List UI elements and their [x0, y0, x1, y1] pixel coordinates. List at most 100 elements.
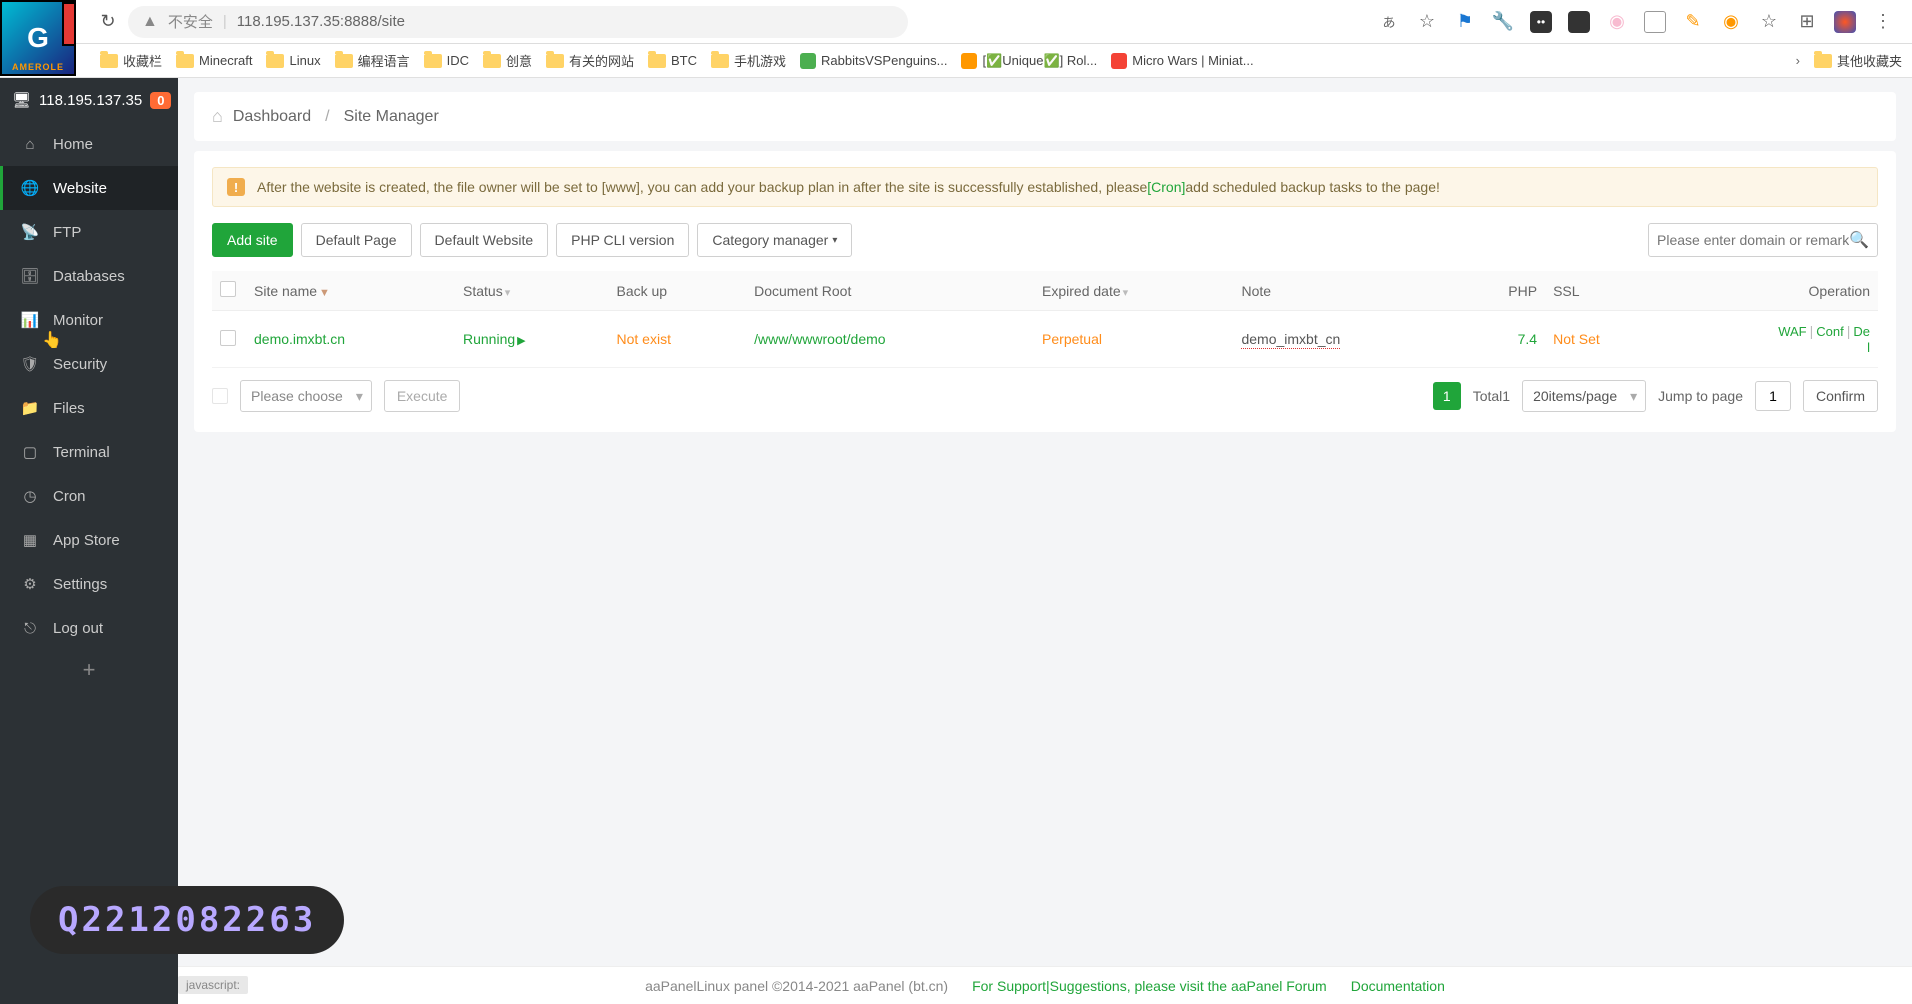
folder-icon — [711, 54, 729, 68]
add-site-button[interactable]: Add site — [212, 223, 293, 257]
note-value[interactable]: demo_imxbt_cn — [1241, 331, 1340, 349]
sidebar-item-files[interactable]: 📁Files — [0, 386, 178, 430]
database-icon: 🗄 — [21, 267, 39, 285]
header-label: Status — [463, 283, 503, 299]
sidebar-item-website[interactable]: 🌐Website — [0, 166, 178, 210]
bookmark-folder[interactable]: Minecraft — [176, 53, 252, 68]
search-box[interactable]: 🔍 — [1648, 223, 1878, 257]
default-website-button[interactable]: Default Website — [420, 223, 549, 257]
docroot-link[interactable]: /www/wwwroot/demo — [754, 331, 885, 347]
page-number[interactable]: 1 — [1433, 382, 1461, 410]
site-name-link[interactable]: demo.imxbt.cn — [254, 331, 345, 347]
gear-icon: ⚙ — [21, 575, 39, 593]
url-box[interactable]: ▲ 不安全 | 118.195.137.35:8888/site — [128, 6, 908, 38]
op-del-link[interactable]: Del — [1853, 324, 1870, 355]
category-manager-button[interactable]: Category manager▾ — [697, 223, 852, 257]
sidebar-item-security[interactable]: 🛡Security — [0, 342, 178, 386]
jump-page-input[interactable] — [1755, 381, 1791, 411]
ext-icon-3[interactable]: •• — [1530, 11, 1552, 33]
sidebar-item-settings[interactable]: ⚙Settings — [0, 562, 178, 606]
ext-icon-6[interactable] — [1644, 11, 1666, 33]
bookmark-folder[interactable]: BTC — [648, 53, 697, 68]
notification-badge[interactable]: 0 — [150, 92, 171, 109]
col-site-name[interactable]: Site name▼ — [246, 271, 455, 311]
search-input[interactable] — [1657, 232, 1849, 248]
folder-icon — [483, 54, 501, 68]
folder-icon — [424, 54, 442, 68]
monitor-icon: 🖥 — [12, 91, 31, 109]
bookmark-overflow-icon[interactable]: › — [1796, 53, 1800, 68]
ssl-link[interactable]: Not Set — [1553, 331, 1600, 347]
menu-dots-icon[interactable]: ⋮ — [1872, 11, 1894, 33]
php-cli-button[interactable]: PHP CLI version — [556, 223, 689, 257]
execute-button[interactable]: Execute — [384, 380, 461, 412]
sidebar-item-appstore[interactable]: ▦App Store — [0, 518, 178, 562]
bm-label: IDC — [447, 53, 469, 68]
extensions-icon[interactable]: ⊞ — [1796, 11, 1818, 33]
status-value[interactable]: Running▶ — [463, 331, 526, 347]
translate-icon[interactable]: あ — [1378, 11, 1400, 33]
col-expired[interactable]: Expired date▾ — [1034, 271, 1233, 311]
sidebar-add-button[interactable]: + — [0, 650, 178, 690]
logout-icon: ⎋ — [21, 619, 39, 637]
breadcrumb: ⌂ Dashboard / Site Manager — [194, 92, 1896, 141]
default-page-button[interactable]: Default Page — [301, 223, 412, 257]
page-size-select[interactable]: 20items/page — [1522, 380, 1646, 412]
globe-icon: 🌐 — [21, 179, 39, 197]
sidebar-item-logout[interactable]: ⎋Log out — [0, 606, 178, 650]
php-version-link[interactable]: 7.4 — [1518, 331, 1537, 347]
warning-icon: ! — [227, 178, 245, 196]
bm-label: Linux — [289, 53, 320, 68]
bookmark-link[interactable]: Micro Wars | Miniat... — [1111, 53, 1253, 69]
bookmark-link[interactable]: RabbitsVSPenguins... — [800, 53, 947, 69]
profile-avatar[interactable] — [1834, 11, 1856, 33]
ext-icon-8[interactable]: ◉ — [1720, 11, 1742, 33]
bookmark-folder[interactable]: 手机游戏 — [711, 51, 786, 70]
ext-icon-9[interactable]: ☆ — [1758, 11, 1780, 33]
footer-docs-link[interactable]: Documentation — [1351, 978, 1445, 994]
notice-before: After the website is created, the file o… — [257, 179, 1147, 195]
site-table: Site name▼ Status▾ Back up Document Root… — [212, 271, 1878, 368]
search-icon[interactable]: 🔍 — [1849, 230, 1869, 250]
bookmark-folder[interactable]: 编程语言 — [335, 51, 410, 70]
sidebar-item-home[interactable]: ⌂Home — [0, 122, 178, 166]
link-icon — [800, 53, 816, 69]
bookmark-folder[interactable]: IDC — [424, 53, 469, 68]
notice-bar: ! After the website is created, the file… — [212, 167, 1878, 207]
favorite-star-icon[interactable]: ☆ — [1416, 11, 1438, 33]
ext-icon-5[interactable]: ◉ — [1606, 11, 1628, 33]
sidebar-item-terminal[interactable]: ▢Terminal — [0, 430, 178, 474]
ext-icon-1[interactable]: ⚑ — [1454, 11, 1476, 33]
bookmark-folder[interactable]: 创意 — [483, 51, 532, 70]
sidebar-item-ftp[interactable]: 📡FTP — [0, 210, 178, 254]
footer-checkbox[interactable] — [212, 388, 228, 404]
ext-icon-2[interactable]: 🔧 — [1492, 11, 1514, 33]
op-conf-link[interactable]: Conf — [1816, 324, 1843, 339]
bookmark-other-folder[interactable]: 其他收藏夹 — [1814, 51, 1902, 70]
ext-icon-7[interactable]: ✎ — [1682, 11, 1704, 33]
sort-desc-icon: ▼ — [319, 287, 330, 299]
footer-support-link[interactable]: For Support|Suggestions, please visit th… — [972, 978, 1327, 994]
breadcrumb-dashboard[interactable]: Dashboard — [233, 108, 311, 126]
bulk-action-select[interactable]: Please choose — [240, 380, 372, 412]
sidebar-item-cron[interactable]: ◷Cron — [0, 474, 178, 518]
op-waf-link[interactable]: WAF — [1778, 324, 1806, 339]
reload-icon[interactable]: ↻ — [98, 12, 118, 32]
confirm-button[interactable]: Confirm — [1803, 380, 1878, 412]
app-footer: aaPanelLinux panel ©2014-2021 aaPanel (b… — [178, 966, 1912, 1004]
bookmark-link[interactable]: [✅Unique✅] Rol... — [961, 53, 1097, 69]
cron-link[interactable]: [Cron] — [1147, 179, 1185, 195]
row-checkbox[interactable] — [220, 330, 236, 346]
bookmark-folder[interactable]: 有关的网站 — [546, 51, 634, 70]
header-label: Site name — [254, 283, 317, 299]
bookmark-folder[interactable]: Linux — [266, 53, 320, 68]
backup-link[interactable]: Not exist — [617, 331, 671, 347]
col-status[interactable]: Status▾ — [455, 271, 609, 311]
sidebar-item-monitor[interactable]: 📊Monitor — [0, 298, 178, 342]
select-all-checkbox[interactable] — [220, 281, 236, 297]
expired-value[interactable]: Perpetual — [1042, 331, 1102, 347]
bookmark-folder[interactable]: 收藏栏 — [100, 51, 162, 70]
ext-icon-4[interactable] — [1568, 11, 1590, 33]
sidebar-item-databases[interactable]: 🗄Databases — [0, 254, 178, 298]
bm-label: 创意 — [506, 51, 532, 70]
